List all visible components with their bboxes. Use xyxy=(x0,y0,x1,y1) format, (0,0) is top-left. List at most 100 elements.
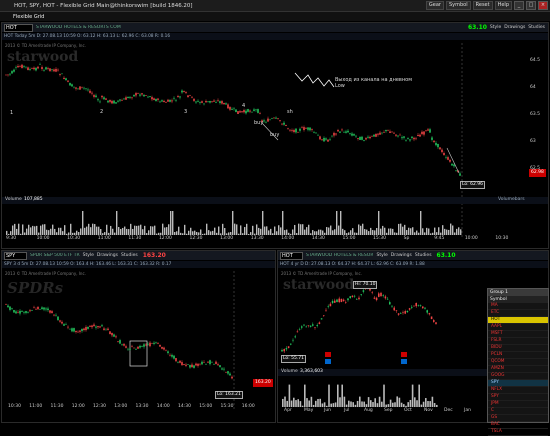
gear-button[interactable]: Gear xyxy=(425,1,444,10)
candle-body xyxy=(391,131,393,133)
candle-body xyxy=(31,310,33,311)
reset-button[interactable]: Reset xyxy=(472,1,493,10)
watchlist-row[interactable]: C xyxy=(488,408,548,415)
watchlist-row[interactable]: ETC xyxy=(488,310,548,317)
watchlist-row[interactable]: TSLA xyxy=(488,429,548,436)
volume-bar xyxy=(330,225,332,235)
candle-body xyxy=(151,97,153,100)
watchlist-row[interactable]: FSLR xyxy=(488,338,548,345)
close-icon[interactable]: × xyxy=(538,1,548,10)
volume-bar xyxy=(412,227,414,235)
candle-body xyxy=(453,164,455,167)
watchlist-row[interactable]: NFLX xyxy=(488,387,548,394)
candle-body xyxy=(189,95,191,96)
volume-bar xyxy=(250,232,252,235)
candle-body xyxy=(327,139,329,142)
volume-bar xyxy=(318,229,320,235)
candle-body xyxy=(51,311,53,314)
candle-body xyxy=(381,132,383,134)
spy-chart-panel[interactable]: SPY SPDR S&P 500 ETF TR Style Drawings S… xyxy=(1,250,276,423)
candle-body xyxy=(393,132,395,134)
volume-bar xyxy=(236,224,238,235)
minimize-icon[interactable]: _ xyxy=(514,1,524,10)
volume-bar xyxy=(194,230,196,235)
candle-body xyxy=(69,82,71,86)
volume-bar xyxy=(144,225,146,235)
volume-bar xyxy=(62,231,64,235)
watchlist-row[interactable]: SPY xyxy=(488,380,548,387)
candle-body xyxy=(367,136,369,138)
volume-bar xyxy=(367,397,370,407)
candle-body xyxy=(316,324,318,326)
buy-label-1: buy xyxy=(254,120,264,126)
volume-bar xyxy=(342,228,344,235)
candle-body xyxy=(333,132,335,136)
candle-body xyxy=(191,96,193,98)
maximize-icon[interactable]: □ xyxy=(526,1,536,10)
volume-bar xyxy=(38,232,40,235)
watchlist-row[interactable]: MA xyxy=(488,303,548,310)
candle-body xyxy=(285,348,288,350)
volume-bar xyxy=(244,227,246,235)
candle-body xyxy=(311,129,313,131)
candle-body xyxy=(443,153,445,156)
symbol-button[interactable]: Symbol xyxy=(445,1,471,10)
candle-body xyxy=(361,136,363,140)
watchlist-title[interactable]: Group 1 xyxy=(488,289,548,296)
volume-bar xyxy=(136,225,138,235)
candle-body xyxy=(239,111,241,113)
volume-bar xyxy=(212,230,214,235)
watchlist-row[interactable]: AAPL xyxy=(488,324,548,331)
time-tick: 12:00 xyxy=(71,404,85,409)
volume-bar xyxy=(374,398,376,407)
grid-name[interactable]: Flexible Grid xyxy=(13,14,44,20)
candle-body xyxy=(263,120,265,122)
help-button[interactable]: Help xyxy=(494,1,512,10)
watchlist-row[interactable]: BAC xyxy=(488,422,548,429)
volume-bar xyxy=(293,397,295,407)
watchlist-row[interactable]: MSFT xyxy=(488,331,548,338)
volume-header: Volume 107,885 Volumebars xyxy=(2,197,548,204)
candle-body xyxy=(295,128,297,133)
candle-body xyxy=(337,130,339,132)
watchlist-row[interactable]: BIDU xyxy=(488,345,548,352)
candle-body xyxy=(277,118,279,119)
candle-body xyxy=(23,65,25,67)
candle-body xyxy=(217,100,219,101)
time-tick: Apr xyxy=(284,408,292,413)
time-tick: 10:00 xyxy=(464,236,478,241)
volume-bar xyxy=(431,396,434,407)
watchlist-row[interactable]: PCLN xyxy=(488,352,548,359)
watchlist-row[interactable]: GS xyxy=(488,415,548,422)
candle-body xyxy=(321,139,323,141)
watchlist-row[interactable]: AMZN xyxy=(488,366,548,373)
volume-bar xyxy=(304,384,306,407)
volume-bar xyxy=(128,229,130,235)
candle-body xyxy=(97,326,99,328)
grid-bar: Flexible Grid xyxy=(0,12,550,21)
candle-body xyxy=(35,308,37,310)
candle-body xyxy=(213,100,215,102)
candle-body xyxy=(271,118,273,119)
volume-bar xyxy=(422,401,425,407)
candle-body xyxy=(401,137,403,139)
candle-body xyxy=(165,102,167,103)
candle-body xyxy=(137,346,139,349)
candle-body xyxy=(219,101,221,104)
main-chart-panel[interactable]: HOT STARWOOD HOTELS & RESORTS COM 63.10 … xyxy=(1,22,549,249)
volume-bar xyxy=(8,233,10,235)
watchlist-row[interactable]: JPM xyxy=(488,401,548,408)
candle-body xyxy=(275,117,277,119)
candle-body xyxy=(35,67,37,71)
watchlist-row[interactable]: SPY xyxy=(488,394,548,401)
watchlist-panel[interactable]: Group 1 Symbol MA ETC HOT AAPL MSFT FSLR BIDU P… xyxy=(487,288,549,436)
watchlist-row[interactable]: HOT xyxy=(488,317,548,324)
watchlist-row[interactable]: QCOM xyxy=(488,359,548,366)
volume-bar xyxy=(370,227,372,235)
volume-bar xyxy=(352,228,354,235)
volume-bar xyxy=(317,398,319,407)
volume-bar xyxy=(258,227,260,235)
watchlist-row[interactable]: GOOG xyxy=(488,373,548,380)
watchlist-header[interactable]: Symbol xyxy=(488,296,548,303)
volume-bar xyxy=(284,230,286,235)
